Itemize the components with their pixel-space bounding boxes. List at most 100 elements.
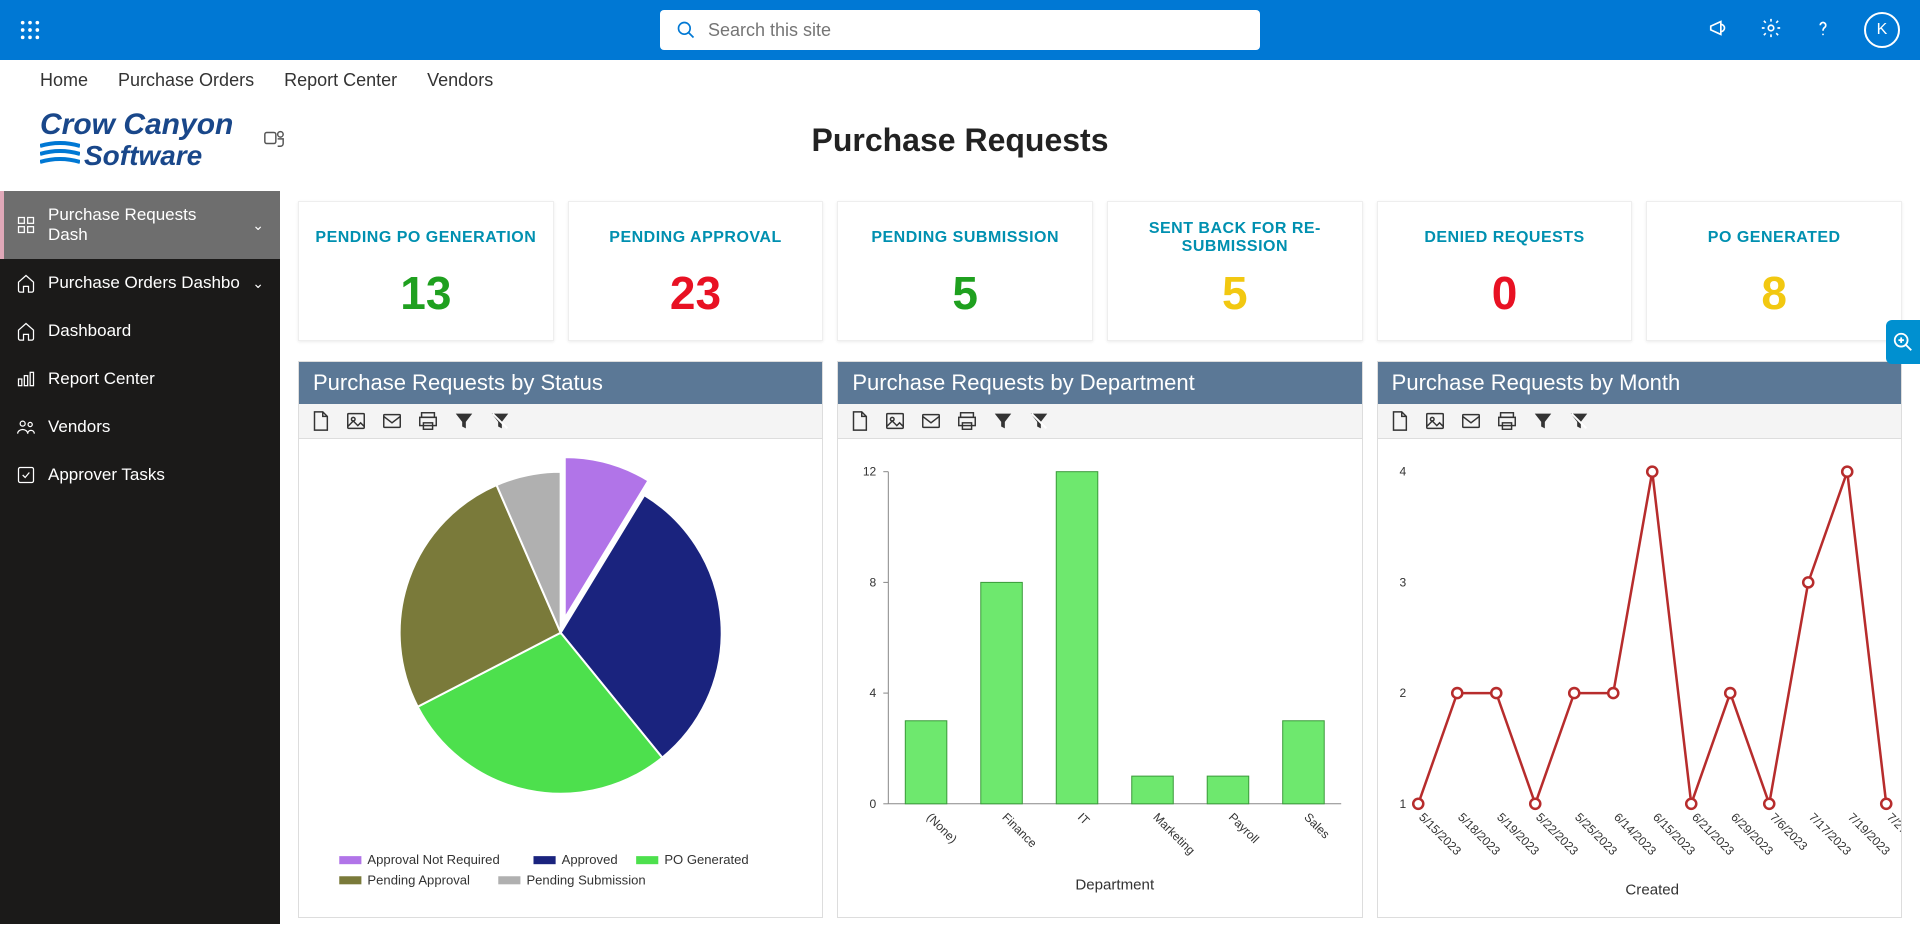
pdf-icon[interactable] bbox=[1388, 410, 1410, 432]
sidebar-item-report-center[interactable]: Report Center bbox=[0, 355, 280, 403]
grid-icon bbox=[16, 215, 36, 235]
svg-text:Pending Submission: Pending Submission bbox=[526, 872, 645, 887]
suite-header: K bbox=[0, 0, 1920, 60]
kpi-value: 5 bbox=[846, 266, 1084, 320]
panel-dept: Purchase Requests by Department 0 4 8 12 (No… bbox=[837, 361, 1362, 918]
bar-chart: 04812(None)FinanceITMarketingPayrollSale… bbox=[838, 439, 1361, 917]
header-actions: K bbox=[1708, 12, 1900, 48]
chart-dept-body: 04812(None)FinanceITMarketingPayrollSale… bbox=[838, 439, 1361, 917]
main: Purchase Requests Dash ⌄ Purchase Orders… bbox=[0, 191, 1920, 924]
chevron-down-icon: ⌄ bbox=[252, 217, 264, 234]
filter-icon[interactable] bbox=[1532, 410, 1554, 432]
line-chart: 12345/15/20235/18/20235/19/20235/22/2023… bbox=[1378, 439, 1901, 917]
mail-icon[interactable] bbox=[1460, 410, 1482, 432]
svg-text:Payroll: Payroll bbox=[1226, 810, 1262, 846]
kpi-title: PO GENERATED bbox=[1655, 216, 1893, 260]
chart-month-body: 12345/15/20235/18/20235/19/20235/22/2023… bbox=[1378, 439, 1901, 917]
kpi-card[interactable]: PENDING APPROVAL 23 bbox=[568, 201, 824, 341]
sidebar-item-label: Dashboard bbox=[48, 321, 131, 341]
filter-icon[interactable] bbox=[992, 410, 1014, 432]
image-icon[interactable] bbox=[884, 410, 906, 432]
sidebar-item-purchase-orders-dashbo[interactable]: Purchase Orders Dashbo ⌄ bbox=[0, 259, 280, 307]
logo-line2: Software bbox=[40, 140, 233, 171]
svg-text:8: 8 bbox=[870, 575, 877, 589]
search-box-container bbox=[660, 10, 1260, 50]
page-header: Crow Canyon Software Purchase Requests bbox=[0, 100, 1920, 191]
print-icon[interactable] bbox=[956, 410, 978, 432]
kpi-card[interactable]: PENDING PO GENERATION 13 bbox=[298, 201, 554, 341]
nav-vendors[interactable]: Vendors bbox=[427, 70, 493, 91]
nav-home[interactable]: Home bbox=[40, 70, 88, 91]
sidebar-item-dashboard[interactable]: Dashboard bbox=[0, 307, 280, 355]
kpi-row: PENDING PO GENERATION 13PENDING APPROVAL… bbox=[298, 201, 1902, 341]
kpi-value: 5 bbox=[1116, 266, 1354, 320]
gear-icon[interactable] bbox=[1760, 17, 1782, 44]
wave-icon bbox=[40, 140, 80, 171]
image-icon[interactable] bbox=[1424, 410, 1446, 432]
home-icon bbox=[16, 321, 36, 341]
people-icon bbox=[16, 417, 36, 437]
pdf-icon[interactable] bbox=[848, 410, 870, 432]
clear-filter-icon[interactable] bbox=[1028, 410, 1050, 432]
kpi-card[interactable]: DENIED REQUESTS 0 bbox=[1377, 201, 1633, 341]
image-icon[interactable] bbox=[345, 410, 367, 432]
sidebar-item-vendors[interactable]: Vendors bbox=[0, 403, 280, 451]
svg-text:4: 4 bbox=[870, 686, 877, 700]
svg-text:4: 4 bbox=[1399, 465, 1406, 479]
sidebar-item-label: Purchase Orders Dashbo bbox=[48, 273, 240, 293]
panel-row: Purchase Requests by Status Approval Not… bbox=[298, 361, 1902, 918]
clear-filter-icon[interactable] bbox=[1568, 410, 1590, 432]
sidebar: Purchase Requests Dash ⌄ Purchase Orders… bbox=[0, 191, 280, 924]
kpi-card[interactable]: PENDING SUBMISSION 5 bbox=[837, 201, 1093, 341]
svg-text:(None): (None) bbox=[924, 810, 960, 846]
help-icon[interactable] bbox=[1812, 17, 1834, 44]
search-input[interactable] bbox=[708, 20, 1244, 41]
report-icon bbox=[16, 369, 36, 389]
svg-text:2: 2 bbox=[1399, 686, 1406, 700]
sidebar-item-purchase-requests-dash[interactable]: Purchase Requests Dash ⌄ bbox=[0, 191, 280, 259]
kpi-card[interactable]: SENT BACK FOR RE-SUBMISSION 5 bbox=[1107, 201, 1363, 341]
chevron-down-icon: ⌄ bbox=[252, 275, 264, 292]
sidebar-item-label: Report Center bbox=[48, 369, 155, 389]
feedback-tab[interactable] bbox=[1886, 320, 1920, 364]
content: PENDING PO GENERATION 13PENDING APPROVAL… bbox=[280, 191, 1920, 924]
print-icon[interactable] bbox=[417, 410, 439, 432]
panel-title: Purchase Requests by Month bbox=[1378, 362, 1901, 404]
nav-purchase-orders[interactable]: Purchase Orders bbox=[118, 70, 254, 91]
svg-text:Marketing: Marketing bbox=[1151, 810, 1198, 857]
svg-text:Pending Approval: Pending Approval bbox=[367, 872, 470, 887]
megaphone-icon[interactable] bbox=[1708, 17, 1730, 44]
kpi-value: 13 bbox=[307, 266, 545, 320]
svg-text:12: 12 bbox=[863, 465, 877, 479]
home-icon bbox=[16, 273, 36, 293]
mail-icon[interactable] bbox=[920, 410, 942, 432]
mail-icon[interactable] bbox=[381, 410, 403, 432]
kpi-value: 8 bbox=[1655, 266, 1893, 320]
kpi-title: PENDING APPROVAL bbox=[577, 216, 815, 260]
svg-text:Department: Department bbox=[1076, 876, 1156, 893]
svg-text:0: 0 bbox=[870, 797, 877, 811]
panel-title: Purchase Requests by Department bbox=[838, 362, 1361, 404]
sidebar-item-label: Purchase Requests Dash bbox=[48, 205, 240, 245]
kpi-title: PENDING PO GENERATION bbox=[307, 216, 545, 260]
print-icon[interactable] bbox=[1496, 410, 1518, 432]
kpi-title: PENDING SUBMISSION bbox=[846, 216, 1084, 260]
search-icon bbox=[676, 20, 696, 40]
pdf-icon[interactable] bbox=[309, 410, 331, 432]
user-avatar[interactable]: K bbox=[1864, 12, 1900, 48]
app-launcher-icon[interactable] bbox=[0, 0, 60, 60]
sidebar-item-label: Vendors bbox=[48, 417, 110, 437]
logo: Crow Canyon Software bbox=[40, 110, 233, 171]
pie-chart: Approval Not RequiredApprovedPO Generate… bbox=[299, 439, 822, 917]
kpi-card[interactable]: PO GENERATED 8 bbox=[1646, 201, 1902, 341]
teams-icon[interactable] bbox=[263, 127, 285, 154]
filter-icon[interactable] bbox=[453, 410, 475, 432]
panel-month: Purchase Requests by Month 12345/15/2023… bbox=[1377, 361, 1902, 918]
search-box[interactable] bbox=[660, 10, 1260, 50]
top-nav: Home Purchase Orders Report Center Vendo… bbox=[0, 60, 1920, 100]
nav-report-center[interactable]: Report Center bbox=[284, 70, 397, 91]
clear-filter-icon[interactable] bbox=[489, 410, 511, 432]
page-title: Purchase Requests bbox=[811, 122, 1108, 158]
kpi-title: SENT BACK FOR RE-SUBMISSION bbox=[1116, 216, 1354, 260]
sidebar-item-approver-tasks[interactable]: Approver Tasks bbox=[0, 451, 280, 499]
